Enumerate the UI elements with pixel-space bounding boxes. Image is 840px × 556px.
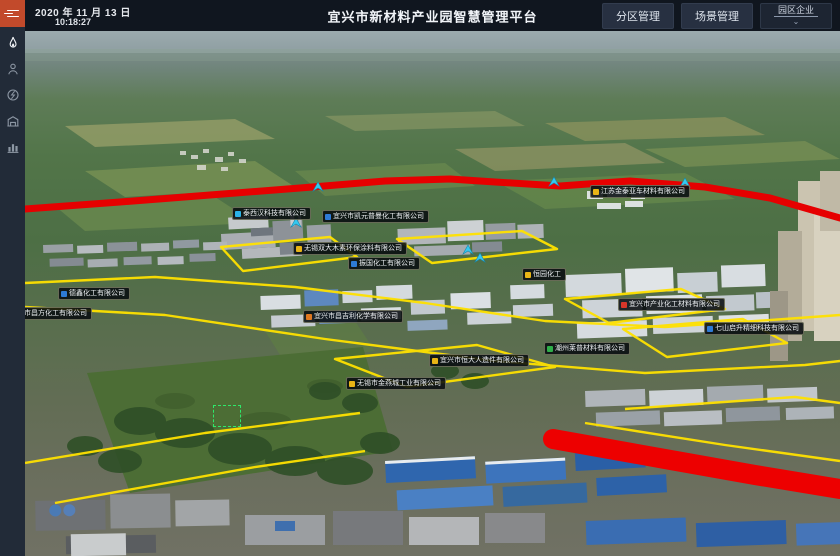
- map-marker[interactable]: 潮州莱普材料有限公司: [544, 342, 630, 355]
- scene-management-button[interactable]: 场景管理: [681, 3, 753, 29]
- globe-icon: [6, 88, 20, 102]
- factory-icon: [6, 114, 20, 128]
- marker-label: 宜兴市产业化工材料有限公司: [629, 299, 720, 310]
- marker-label: 泰西汉科技有限公司: [243, 208, 306, 219]
- map-marker[interactable]: 宜兴市昌吉利化学有限公司: [303, 310, 403, 323]
- park-enterprise-dropdown[interactable]: 园区企业 ⌄: [760, 3, 832, 29]
- company-marker-icon: [707, 326, 713, 332]
- marker-label: 宜兴市凯元普曼化工有限公司: [333, 211, 424, 222]
- marker-label: 恒园化工: [533, 269, 561, 280]
- map-scene: [25, 31, 840, 556]
- flame-icon: [6, 36, 20, 50]
- sidebar: [0, 0, 25, 556]
- company-marker-icon: [621, 302, 627, 308]
- sidebar-item-statistics[interactable]: [5, 139, 20, 154]
- chevron-down-icon: ⌄: [793, 18, 800, 26]
- header-time: 10:18:27: [55, 17, 91, 27]
- hamburger-menu-button[interactable]: [0, 0, 25, 27]
- map-marker[interactable]: 宜兴市昌方化工有限公司: [25, 307, 92, 320]
- marker-label: 德鑫化工有限公司: [69, 288, 125, 299]
- marker-label: 无锡市金燕城工业有限公司: [357, 378, 441, 389]
- marker-label: 宜兴市昌吉利化学有限公司: [314, 311, 398, 322]
- foreground-roofs: [245, 511, 545, 545]
- company-marker-icon: [296, 246, 302, 252]
- marker-label: 无锡双大木素环保涂料有限公司: [304, 243, 402, 254]
- company-marker-icon: [351, 261, 357, 267]
- dropdown-label: 园区企业: [774, 5, 818, 17]
- map-marker[interactable]: 宜兴市恒大人造件有限公司: [429, 354, 529, 367]
- company-marker-icon: [593, 189, 599, 195]
- page-title: 宜兴市新材料产业园智慧管理平台: [327, 6, 537, 25]
- marker-label: 潮州莱普材料有限公司: [555, 343, 625, 354]
- sidebar-item-fire[interactable]: [5, 35, 20, 50]
- company-marker-icon: [235, 211, 241, 217]
- company-marker-icon: [432, 358, 438, 364]
- company-marker-icon: [61, 291, 67, 297]
- map-marker[interactable]: 振国化工有限公司: [348, 257, 420, 270]
- company-marker-icon: [306, 314, 312, 320]
- map-marker[interactable]: 无锡市金燕城工业有限公司: [346, 377, 446, 390]
- map-marker[interactable]: 宜兴市凯元普曼化工有限公司: [322, 210, 429, 223]
- marker-label: 振国化工有限公司: [359, 258, 415, 269]
- map-3d-viewport[interactable]: 泰西汉科技有限公司 宜兴市凯元普曼化工有限公司 无锡双大木素环保涂料有限公司 振…: [25, 31, 840, 556]
- marker-label: 宜兴市恒大人造件有限公司: [440, 355, 524, 366]
- sidebar-item-enterprise[interactable]: [5, 113, 20, 128]
- marker-label: 宜兴市昌方化工有限公司: [25, 308, 87, 319]
- header-bar: 2020 年 11 月 13 日 10:18:27 宜兴市新材料产业园智慧管理平…: [25, 0, 840, 31]
- company-marker-icon: [325, 214, 331, 220]
- company-marker-icon: [525, 272, 531, 278]
- person-icon: [6, 62, 20, 76]
- map-marker[interactable]: 无锡双大木素环保涂料有限公司: [293, 242, 407, 255]
- marker-label: 江苏金泰亚车材料有限公司: [601, 186, 685, 197]
- company-marker-icon: [547, 346, 553, 352]
- zone-management-button[interactable]: 分区管理: [602, 3, 674, 29]
- company-marker-icon: [349, 381, 355, 387]
- map-marker[interactable]: 宜兴市产业化工材料有限公司: [618, 298, 725, 311]
- map-marker[interactable]: 恒园化工: [522, 268, 566, 281]
- map-marker[interactable]: 江苏金泰亚车材料有限公司: [590, 185, 690, 198]
- map-marker[interactable]: 泰西汉科技有限公司: [232, 207, 311, 220]
- map-marker[interactable]: 德鑫化工有限公司: [58, 287, 130, 300]
- map-marker[interactable]: 七山启升精细科技有限公司: [704, 322, 804, 335]
- sidebar-item-monitor[interactable]: [5, 87, 20, 102]
- bar-chart-icon: [6, 140, 20, 154]
- app-window: 2020 年 11 月 13 日 10:18:27 宜兴市新材料产业园智慧管理平…: [0, 0, 840, 556]
- selection-box: [213, 405, 241, 427]
- marker-label: 七山启升精细科技有限公司: [715, 323, 799, 334]
- sidebar-item-person[interactable]: [5, 61, 20, 76]
- hamburger-icon: [7, 8, 19, 18]
